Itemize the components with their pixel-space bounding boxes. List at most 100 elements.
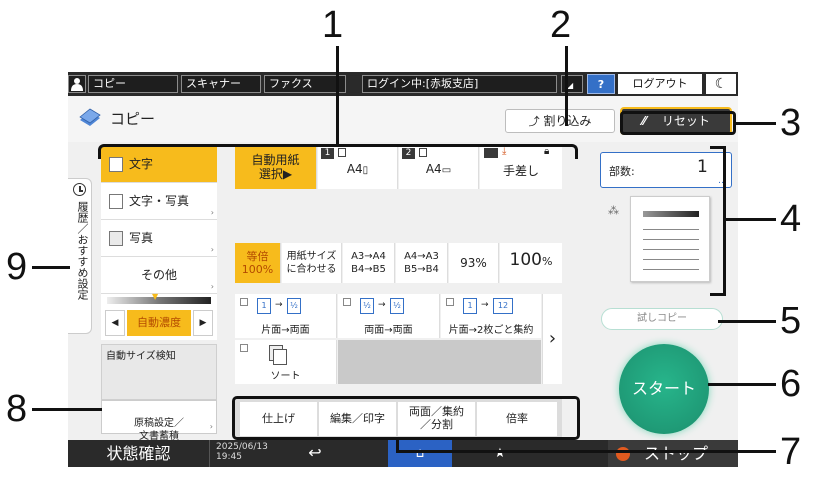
start-button[interactable]: スタート	[619, 344, 709, 434]
tab-copy[interactable]: コピー	[88, 75, 178, 93]
checkbox[interactable]	[240, 298, 248, 306]
moon-icon[interactable]: ☾	[706, 74, 736, 94]
preview-line	[643, 249, 699, 250]
page-icon: 1	[463, 298, 477, 314]
copies-label: 部数:	[609, 165, 635, 178]
arrow-right-icon: →	[481, 300, 489, 310]
preview-line	[643, 229, 699, 230]
callout-frame-1	[98, 144, 578, 159]
interrupt-button[interactable]: ⤴ 割り込み	[505, 109, 615, 133]
landscape-paper-icon: ▭	[441, 165, 452, 176]
text-photo-doc-icon	[109, 194, 123, 209]
callout-frame-4	[710, 146, 726, 296]
callout-9: 9	[6, 246, 28, 288]
auto-size-detect: 自動サイズ検知	[101, 344, 217, 400]
callout-line-4	[726, 218, 776, 221]
callout-2: 2	[550, 4, 572, 46]
original-type-label: 文字	[129, 157, 154, 171]
interrupt-icon: ⤴	[528, 115, 540, 128]
tab-scanner[interactable]: スキャナー	[181, 75, 261, 93]
chevron-right-icon: ›	[210, 282, 214, 291]
callout-8: 8	[6, 388, 28, 430]
duplex-label: 片面→両面	[261, 325, 310, 336]
color-mode-icon: ⁂	[608, 204, 619, 217]
callout-line-7-stem	[396, 438, 399, 452]
density-increase-button[interactable]: ▶	[193, 310, 213, 336]
original-type-label: その他	[140, 268, 177, 282]
status-bar: 状態確認 2025/06/13 19:45 ↩ ⌂ ★ ストップ	[68, 440, 738, 467]
status-check-button[interactable]: 状態確認	[68, 440, 210, 467]
callout-line-9	[32, 266, 70, 269]
duplex-1to2[interactable]: 1 → ½ 片面→両面	[235, 294, 337, 338]
duplex-2to2[interactable]: ½ → ½ 両面→両面	[338, 294, 440, 338]
original-type-label: 写真	[129, 231, 154, 245]
combine-page-icon: 12	[493, 298, 513, 314]
stop-label: ストップ	[644, 444, 709, 463]
callout-line-3	[736, 122, 776, 125]
callout-7: 7	[780, 431, 802, 473]
stop-button[interactable]: ストップ	[608, 440, 738, 467]
duplex-label: 片面→2枚ごと集約	[448, 325, 534, 336]
arrow-right-icon: →	[378, 300, 386, 310]
sort-stack-icon	[273, 349, 287, 365]
page-icon: 1	[257, 298, 271, 314]
callout-line-1	[336, 46, 339, 145]
duplex-page-icon: ½	[390, 298, 404, 314]
callout-line-6	[708, 383, 776, 386]
checkbox[interactable]	[240, 344, 248, 352]
sample-copy-button[interactable]: 試しコピー	[601, 308, 723, 330]
chevron-right-icon: ›	[210, 245, 214, 254]
original-type-photo[interactable]: 写真 ›	[101, 220, 217, 257]
login-status: ログイン中:[赤坂支店]	[362, 75, 557, 93]
sort-option[interactable]: ソート	[235, 340, 337, 384]
callout-4: 4	[780, 198, 802, 240]
original-type-text-photo[interactable]: 文字・写真 ›	[101, 183, 217, 220]
ratio-full-size[interactable]: 等倍 100%	[235, 243, 281, 283]
duplex-label: 両面→両面	[364, 325, 413, 336]
preview-line	[643, 239, 699, 240]
ratio-a3-a4[interactable]: A3→A4 B4→B5	[343, 243, 395, 283]
callout-6: 6	[780, 363, 802, 405]
help-button[interactable]: ?	[587, 74, 615, 94]
preview-line	[643, 259, 699, 260]
chevron-right-icon: ›	[210, 208, 214, 217]
ratio-93[interactable]: 93%	[449, 243, 499, 283]
ratio-unit: %	[542, 255, 553, 268]
callout-line-5	[718, 320, 776, 323]
checkbox[interactable]	[343, 298, 351, 306]
back-arrow-icon[interactable]: ↩	[300, 442, 330, 466]
original-settings-label: 原稿設定／ 文書蓄積	[134, 418, 184, 442]
callout-1: 1	[322, 4, 344, 46]
ratio-a4-a3[interactable]: A4→A3 B5→B4	[396, 243, 448, 283]
auto-density-button[interactable]: 自動濃度	[127, 310, 191, 336]
chevron-right-icon[interactable]: ›	[542, 294, 562, 384]
logout-button[interactable]: ログアウト	[618, 74, 702, 94]
ratio-value-field[interactable]: 100%	[500, 243, 562, 283]
duplex-combine[interactable]: 1 → 12 片面→2枚ごと集約	[441, 294, 541, 338]
sort-label: ソート	[270, 371, 301, 382]
portrait-paper-icon: ▯	[362, 165, 369, 176]
history-recommend-tab[interactable]: 履歴／おすすめ設定	[68, 178, 92, 334]
history-recommend-label: 履歴／おすすめ設定	[76, 201, 89, 300]
callout-frame-3	[620, 111, 736, 135]
user-icon[interactable]	[68, 75, 86, 93]
preview-bar	[643, 211, 699, 217]
empty-slot	[338, 340, 541, 384]
preview-line	[643, 269, 699, 270]
checkbox[interactable]	[446, 298, 454, 306]
original-type-other[interactable]: その他 ›	[101, 257, 217, 294]
ratio-fit-paper[interactable]: 用紙サイズ に合わせる	[282, 243, 342, 283]
copy-book-icon	[78, 108, 101, 126]
copies-value: 1	[697, 157, 708, 177]
duplex-page-icon: ½	[287, 298, 301, 314]
duplex-page-icon: ½	[360, 298, 374, 314]
callout-frame-7	[232, 396, 580, 440]
density-marker-icon: ▼	[152, 292, 159, 301]
text-doc-icon	[109, 157, 123, 172]
star-icon[interactable]: ★	[480, 440, 520, 467]
original-settings-button[interactable]: 原稿設定／ 文書蓄積 ›	[101, 400, 217, 442]
density-decrease-button[interactable]: ◀	[105, 310, 125, 336]
paper-label: A4	[425, 162, 442, 176]
chevron-right-icon: ›	[209, 422, 213, 431]
tab-fax[interactable]: ファクス	[264, 75, 346, 93]
